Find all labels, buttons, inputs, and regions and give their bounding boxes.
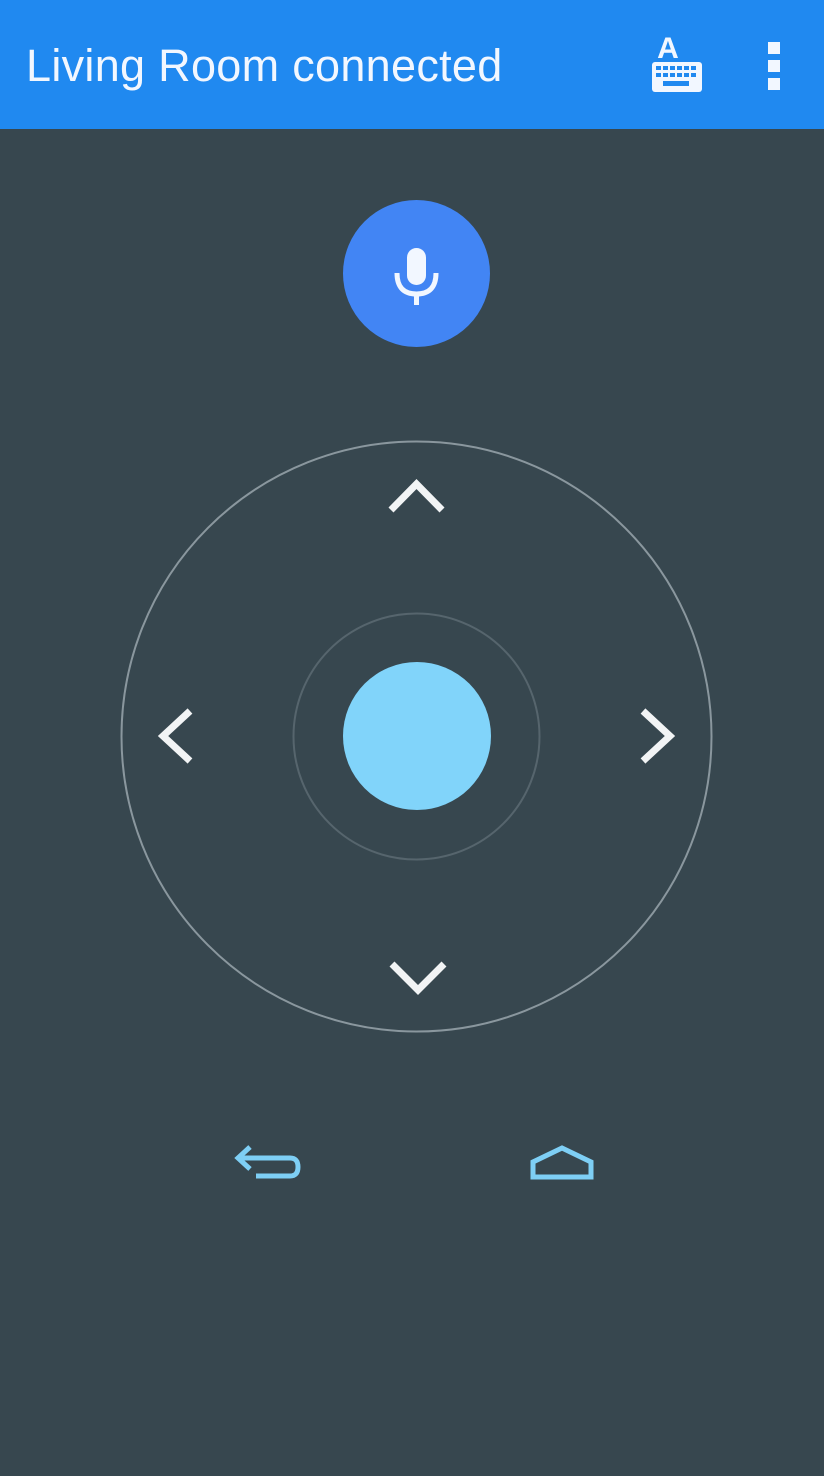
dpad — [120, 440, 713, 1033]
dpad-center-select-button[interactable] — [343, 662, 491, 810]
dpad-down-button[interactable] — [376, 942, 458, 1012]
dpad-right-button[interactable] — [618, 695, 698, 779]
back-button[interactable] — [228, 1136, 308, 1192]
dpad-up-button[interactable] — [376, 462, 458, 532]
dpad-left-button[interactable] — [140, 695, 220, 779]
back-arrow-icon — [234, 1145, 301, 1179]
home-button[interactable] — [524, 1136, 600, 1192]
home-icon — [530, 1145, 594, 1180]
